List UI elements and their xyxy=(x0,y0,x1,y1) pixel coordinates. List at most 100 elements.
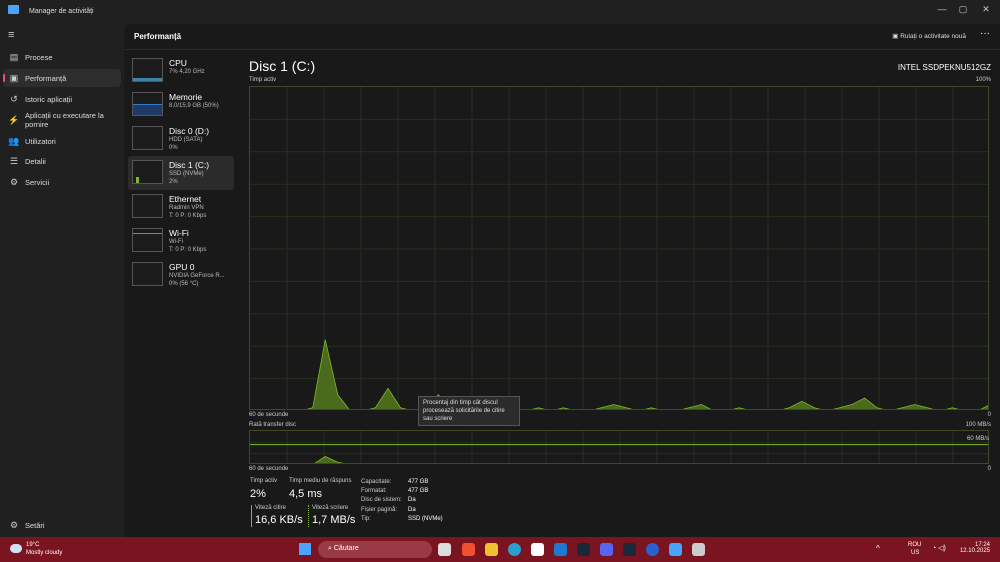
task-manager-taskbar-icon[interactable] xyxy=(669,543,682,556)
maximize-button[interactable]: ▢ xyxy=(953,4,973,15)
steam-icon[interactable] xyxy=(577,543,590,556)
app-icon-blue[interactable] xyxy=(646,543,659,556)
taskbar: 19°C Mostly cloudy ⌕ Căutare ^ ROU US ◔ … xyxy=(0,537,1000,562)
device-graph-thumbnail xyxy=(132,58,163,82)
transfer-rate-max: 100 MB/s xyxy=(965,422,991,428)
snipping-tool-icon[interactable] xyxy=(692,543,705,556)
close-button[interactable]: ✕ xyxy=(976,4,996,15)
device-usage: 0% (56 °C) xyxy=(169,281,199,287)
youtube-icon[interactable] xyxy=(531,543,544,556)
file-explorer-icon[interactable] xyxy=(485,543,498,556)
selection-indicator xyxy=(3,74,5,82)
sidebar-item-performan-[interactable]: ▣ Performanță xyxy=(3,69,121,87)
device-name: Disc 1 (C:) xyxy=(169,160,210,170)
device-detail: 7% 4,20 GHz xyxy=(169,69,205,75)
search-box[interactable]: ⌕ Căutare xyxy=(318,541,432,558)
sidebar: ≡ ▤ Procese ▣ Performanță ↺ Istoric aplicații… xyxy=(0,24,124,537)
stat-active-value: 2% xyxy=(250,488,266,500)
sidebar-item-label: Servicii xyxy=(25,177,50,187)
sidebar-item-label: Utilizatori xyxy=(25,136,56,146)
device-item[interactable]: Memorie 8,0/15,9 GB (50%) xyxy=(128,88,234,122)
steam-icon-2[interactable] xyxy=(623,543,636,556)
device-item[interactable]: Ethernet Radmin VPN T: 0 P: 0 Kbps xyxy=(128,190,234,224)
outlook-icon[interactable] xyxy=(554,543,567,556)
device-name: Memorie xyxy=(169,92,203,102)
device-name: Ethernet xyxy=(169,194,202,204)
device-name: GPU 0 xyxy=(169,262,195,272)
property-value: Da xyxy=(408,506,416,513)
device-item[interactable]: Wi-Fi Wi-Fi T: 0 P: 0 Kbps xyxy=(128,224,234,258)
property-key: Fișier paginå: xyxy=(361,506,398,513)
sidebar-item-servicii[interactable]: ⚙ Servicii xyxy=(3,173,121,191)
content-area: Performanță ▣ Rulați o activitate nouă ·… xyxy=(124,24,1000,537)
device-detail: Wi-Fi xyxy=(169,239,183,245)
processes-icon: ▤ xyxy=(9,51,19,62)
property-key: Tip: xyxy=(361,515,371,522)
device-graph-thumbnail xyxy=(132,194,163,218)
sidebar-item-settings[interactable]: ⚙ Setări xyxy=(3,516,121,534)
sidebar-item-istoric-aplica-ii[interactable]: ↺ Istoric aplicații xyxy=(3,90,121,108)
more-options-button[interactable]: ··· xyxy=(980,28,990,39)
disk-properties: Capacitate: 477 GB Formatat: 477 GB Disc de … xyxy=(361,478,443,524)
sidebar-item-label: Performanță xyxy=(25,73,67,83)
transfer-rate-label: Rată transfer disc xyxy=(249,422,297,428)
users-icon: 👥 xyxy=(8,135,20,146)
device-name: Wi-Fi xyxy=(169,228,189,238)
clock[interactable]: 17:24 12.10.2025 xyxy=(960,542,990,554)
active-time-min: 0 xyxy=(987,412,991,418)
property-key: Disc de sistem: xyxy=(361,497,402,504)
stat-read-label: Viteză citire xyxy=(255,505,286,511)
discord-icon[interactable] xyxy=(600,543,613,556)
property-value: Da xyxy=(408,497,416,504)
stat-response-label: Timp mediu de răspuns xyxy=(289,478,352,484)
hamburger-menu-icon[interactable]: ≡ xyxy=(8,29,14,41)
weather-icon xyxy=(10,544,22,553)
keyboard-layout[interactable]: US xyxy=(911,550,919,556)
tray-chevron-icon[interactable]: ^ xyxy=(876,544,880,553)
transfer-rate-mid: 60 MB/s xyxy=(966,436,989,442)
device-detail: Radmin VPN xyxy=(169,205,204,211)
minimize-button[interactable]: — xyxy=(932,4,952,14)
wifi-volume-icon[interactable]: ◔ ◁) xyxy=(932,544,946,552)
device-list: CPU 7% 4,20 GHz Memorie 8,0/15,9 GB (50%) Di… xyxy=(128,54,234,292)
start-button[interactable] xyxy=(299,543,311,555)
device-graph-thumbnail xyxy=(132,92,163,116)
device-item[interactable]: Disc 1 (C:) SSD (NVMe) 2% xyxy=(128,156,234,190)
device-graph-thumbnail xyxy=(132,228,163,252)
task-view-icon[interactable] xyxy=(438,543,451,556)
settings-icon: ⚙ xyxy=(9,519,19,530)
property-value: 477 GB xyxy=(408,479,429,485)
device-usage: 0% xyxy=(169,145,178,151)
device-graph-thumbnail xyxy=(132,262,163,286)
sidebar-item-procese[interactable]: ▤ Procese xyxy=(3,48,121,66)
sidebar-item-label: Procese xyxy=(25,52,53,62)
sidebar-item-label: Aplicații cu executare la pornire xyxy=(25,111,104,129)
startup-icon: ⚡ xyxy=(8,114,20,125)
edge-icon[interactable] xyxy=(508,543,521,556)
transfer-rate-graph xyxy=(249,430,989,464)
brave-icon[interactable] xyxy=(462,543,475,556)
sidebar-item-utilizatori[interactable]: 👥 Utilizatori xyxy=(3,132,121,150)
device-graph-thumbnail xyxy=(132,126,163,150)
services-icon: ⚙ xyxy=(9,176,19,187)
device-item[interactable]: GPU 0 NVIDIA GeForce R... 0% (56 °C) xyxy=(128,258,234,292)
details-icon: ☰ xyxy=(9,155,19,166)
stat-write-value: 1,7 MB/s xyxy=(312,514,356,526)
device-detail: 8,0/15,9 GB (50%) xyxy=(169,103,219,109)
title-bar: Manager de activități — ▢ ✕ xyxy=(0,0,1000,24)
property-key: Formatat: xyxy=(361,488,387,495)
property-key: Capacitate: xyxy=(361,479,392,485)
device-detail: NVIDIA GeForce R... xyxy=(169,273,225,279)
weather-text[interactable]: Mostly cloudy xyxy=(26,550,62,556)
language-code[interactable]: ROU xyxy=(908,542,921,548)
app-icon xyxy=(8,5,19,14)
run-new-task-button[interactable]: ▣ Rulați o activitate nouă xyxy=(892,32,966,40)
sidebar-item-aplica-ii-cu-executare-la-pornire[interactable]: ⚡ Aplicații cu executare la pornire xyxy=(3,109,121,131)
weather-temp[interactable]: 19°C xyxy=(26,542,39,548)
device-item[interactable]: CPU 7% 4,20 GHz xyxy=(128,54,234,88)
device-item[interactable]: Disc 0 (D:) HDD (SATA) 0% xyxy=(128,122,234,156)
disk-title: Disc 1 (C:) xyxy=(249,58,316,74)
active-time-graph xyxy=(249,86,989,410)
sidebar-item-detalii[interactable]: ☰ Detalii xyxy=(3,152,121,170)
property-value: 477 GB xyxy=(408,488,429,495)
